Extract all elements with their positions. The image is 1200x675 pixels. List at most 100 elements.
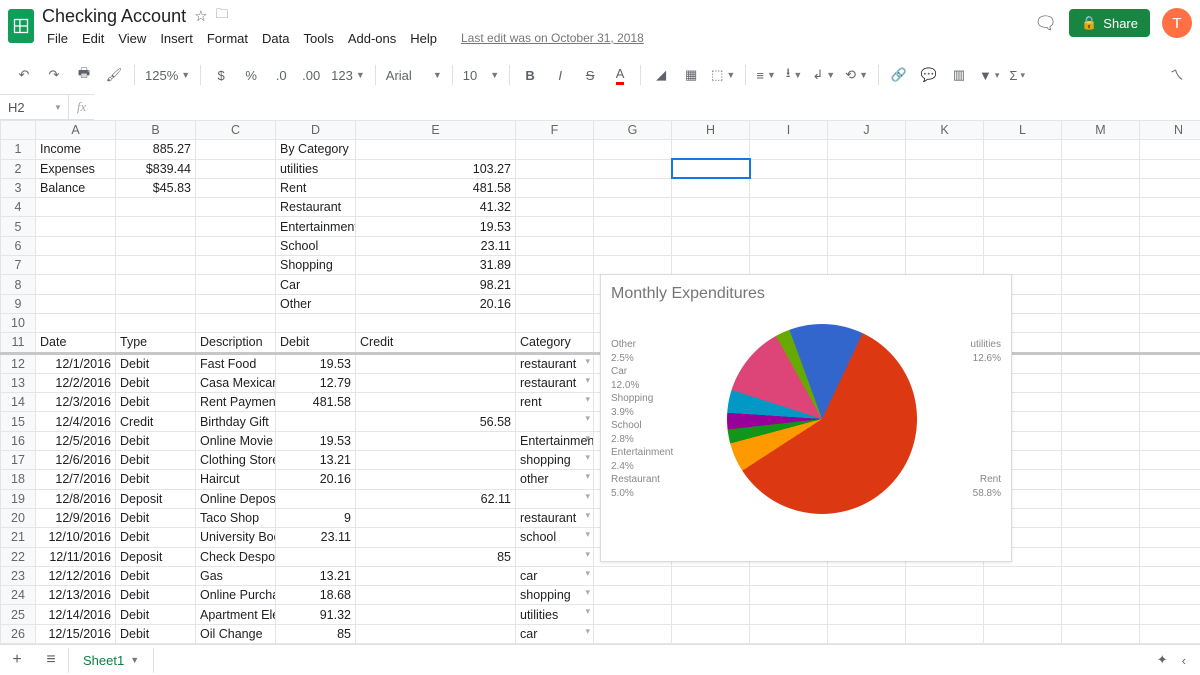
cell-N13[interactable] [1140,373,1200,392]
cell-E24[interactable] [356,586,516,605]
cell-I5[interactable] [750,217,828,236]
cell-N8[interactable] [1140,275,1200,294]
cell-B21[interactable]: Debit [116,528,196,547]
cell-K24[interactable] [906,586,984,605]
cell-D5[interactable]: Entertainment [276,217,356,236]
cell-M4[interactable] [1062,198,1140,217]
cell-E7[interactable]: 31.89 [356,256,516,275]
row-header-12[interactable]: 12 [1,353,36,373]
cell-N5[interactable] [1140,217,1200,236]
cell-M17[interactable] [1062,451,1140,470]
merge-button[interactable]: ⬚▼ [707,67,739,83]
row-header-23[interactable]: 23 [1,566,36,585]
col-header-H[interactable]: H [672,121,750,140]
cell-M9[interactable] [1062,294,1140,313]
cell-B20[interactable]: Debit [116,508,196,527]
cell-B22[interactable]: Deposit [116,547,196,566]
cell-N22[interactable] [1140,547,1200,566]
row-header-15[interactable]: 15 [1,412,36,431]
cell-D11[interactable]: Debit [276,333,356,353]
cell-E26[interactable] [356,624,516,643]
cell-D8[interactable]: Car [276,275,356,294]
cell-B1[interactable]: 885.27 [116,140,196,159]
cell-J7[interactable] [828,256,906,275]
cell-C12[interactable]: Fast Food [196,353,276,373]
cell-N12[interactable] [1140,353,1200,373]
cell-D2[interactable]: utilities [276,159,356,178]
cell-E20[interactable] [356,508,516,527]
link-button[interactable]: 🔗 [885,63,913,87]
cell-C16[interactable]: Online Movie Str [196,431,276,450]
cell-D19[interactable] [276,489,356,508]
cell-C7[interactable] [196,256,276,275]
cell-A1[interactable]: Income [36,140,116,159]
h-align-button[interactable]: ≡▼ [752,68,780,83]
move-icon[interactable]: 🗀 [216,5,229,27]
bold-button[interactable]: B [516,63,544,87]
cell-F2[interactable] [516,159,594,178]
cell-H1[interactable] [672,140,750,159]
text-color-button[interactable]: A [606,63,634,87]
cell-B14[interactable]: Debit [116,393,196,412]
font-size-select[interactable]: 10▼ [459,68,503,83]
undo-button[interactable]: ↶ [10,63,38,87]
cell-D16[interactable]: 19.53 [276,431,356,450]
cell-L25[interactable] [984,605,1062,624]
row-header-25[interactable]: 25 [1,605,36,624]
cell-F1[interactable] [516,140,594,159]
cell-E18[interactable] [356,470,516,489]
cell-K23[interactable] [906,566,984,585]
cell-E2[interactable]: 103.27 [356,159,516,178]
cell-J1[interactable] [828,140,906,159]
cell-E25[interactable] [356,605,516,624]
cell-F5[interactable] [516,217,594,236]
cell-I25[interactable] [750,605,828,624]
row-header-17[interactable]: 17 [1,451,36,470]
cell-C11[interactable]: Description [196,333,276,353]
row-header-21[interactable]: 21 [1,528,36,547]
cell-I1[interactable] [750,140,828,159]
cell-N26[interactable] [1140,624,1200,643]
cell-F11[interactable]: Category [516,333,594,353]
cell-C6[interactable] [196,236,276,255]
col-header-J[interactable]: J [828,121,906,140]
cell-F19[interactable] [516,489,594,508]
cell-M16[interactable] [1062,431,1140,450]
tab-scroll-left[interactable]: ‹ [1182,653,1186,668]
cell-F6[interactable] [516,236,594,255]
cell-H26[interactable] [672,624,750,643]
cell-A23[interactable]: 12/12/2016 [36,566,116,585]
decrease-decimal-button[interactable]: .0 [267,63,295,87]
cell-F23[interactable]: car [516,566,594,585]
cell-H4[interactable] [672,198,750,217]
cell-N23[interactable] [1140,566,1200,585]
row-header-10[interactable]: 10 [1,313,36,332]
cell-I2[interactable] [750,159,828,178]
cell-H25[interactable] [672,605,750,624]
cell-E5[interactable]: 19.53 [356,217,516,236]
cell-C4[interactable] [196,198,276,217]
cell-K5[interactable] [906,217,984,236]
formula-input[interactable] [94,94,1200,120]
sheet-tab-1[interactable]: Sheet1▼ [68,648,154,673]
comment-button[interactable]: 💬 [915,63,943,87]
cell-C22[interactable]: Check Desposit [196,547,276,566]
cell-M15[interactable] [1062,412,1140,431]
cell-A19[interactable]: 12/8/2016 [36,489,116,508]
cell-M12[interactable] [1062,353,1140,373]
cell-K25[interactable] [906,605,984,624]
cell-E4[interactable]: 41.32 [356,198,516,217]
cell-A5[interactable] [36,217,116,236]
cell-E6[interactable]: 23.11 [356,236,516,255]
cell-K2[interactable] [906,159,984,178]
cell-C14[interactable]: Rent Payment [196,393,276,412]
cell-K7[interactable] [906,256,984,275]
cell-B16[interactable]: Debit [116,431,196,450]
chart-button[interactable]: ▥ [945,63,973,87]
cell-D25[interactable]: 91.32 [276,605,356,624]
cell-C19[interactable]: Online Deposit [196,489,276,508]
cell-F16[interactable]: Entertainmen [516,431,594,450]
cell-L2[interactable] [984,159,1062,178]
col-header-E[interactable]: E [356,121,516,140]
cell-I24[interactable] [750,586,828,605]
